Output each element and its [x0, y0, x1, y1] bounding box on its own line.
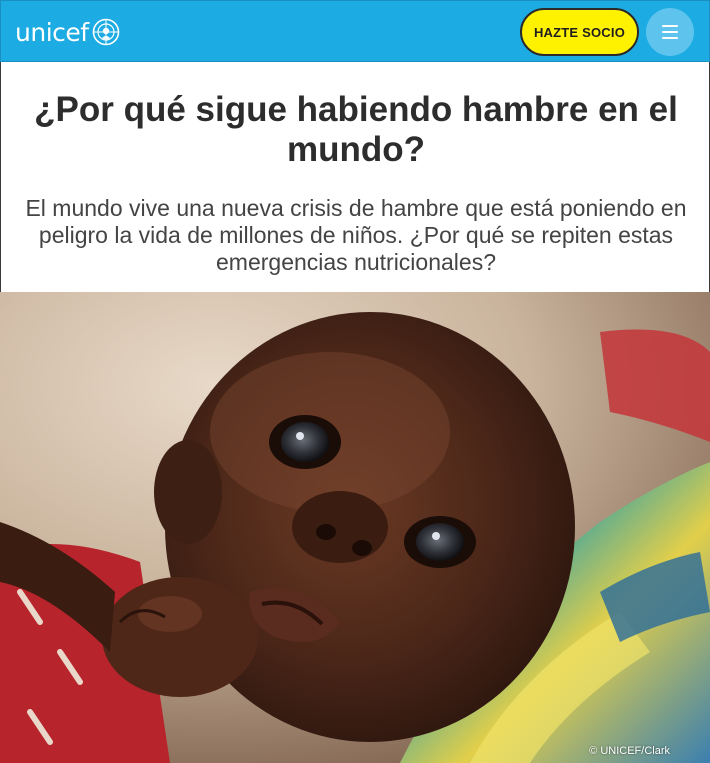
child-photo [0, 292, 710, 763]
menu-button[interactable] [646, 8, 694, 56]
hamburger-menu-icon [662, 25, 678, 27]
hero-image: © UNICEF/Clark [0, 292, 710, 763]
article-header: ¿Por qué sigue habiendo hambre en el mun… [0, 62, 710, 292]
page-title: ¿Por qué sigue habiendo hambre en el mun… [34, 90, 678, 169]
hazte-socio-button[interactable]: HAZTE SOCIO [520, 8, 639, 56]
unicef-globe-emblem-icon [92, 18, 119, 46]
photo-credit: © UNICEF/Clark [589, 745, 670, 757]
top-header: unicef HAZTE SOCIO [0, 0, 710, 62]
unicef-logo[interactable]: unicef [15, 15, 120, 49]
logo-text: unicef [15, 17, 89, 47]
article-subtitle: El mundo vive una nueva crisis de hambre… [25, 195, 687, 275]
